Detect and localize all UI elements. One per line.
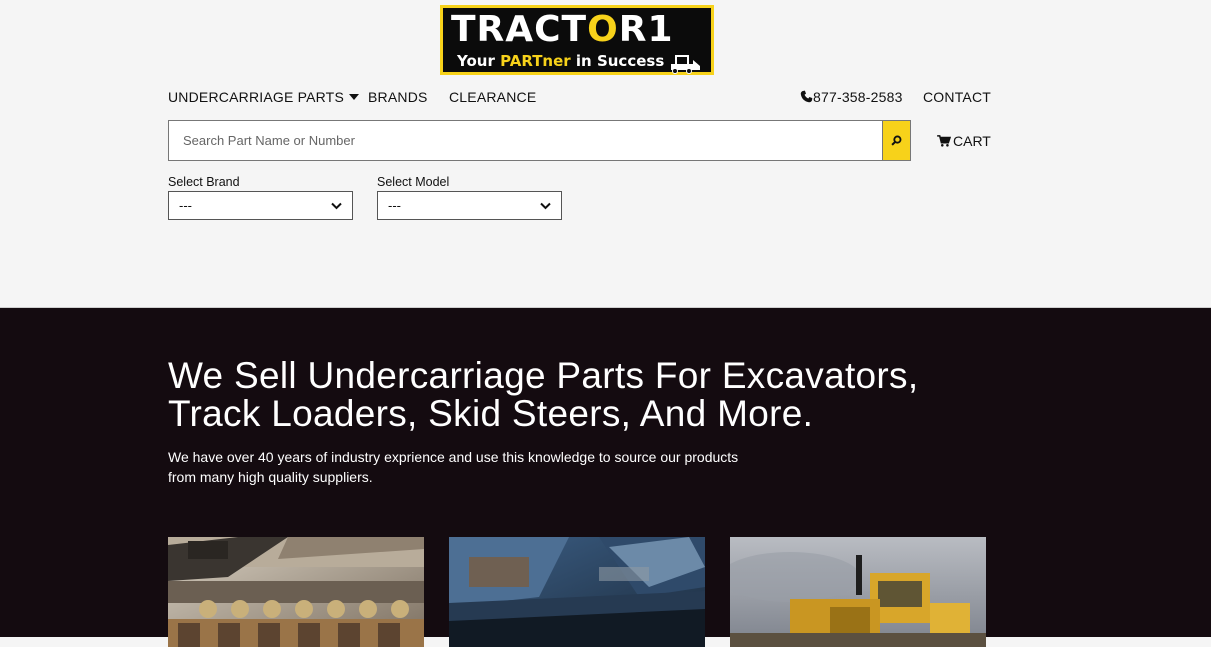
search-icon	[891, 135, 902, 146]
bucket-closeup-photo	[449, 537, 705, 647]
logo-title: TRACTOR1	[451, 10, 674, 50]
cart-label: CART	[953, 133, 991, 149]
model-select[interactable]: ---	[377, 191, 562, 220]
nav-phone[interactable]: 877-358-2583	[800, 89, 903, 105]
main-nav: UNDERCARRIAGE PARTS BRANDS CLEARANCE 877…	[0, 89, 1211, 107]
nav-undercarriage-parts[interactable]: UNDERCARRIAGE PARTS	[168, 89, 359, 105]
caret-down-icon	[348, 94, 359, 100]
phone-icon	[800, 90, 813, 103]
model-select-value: ---	[388, 198, 401, 213]
nav-clearance[interactable]: CLEARANCE	[449, 89, 536, 105]
site-logo[interactable]: TRACTOR1 Your PARTner in Success	[440, 5, 714, 75]
search-button[interactable]	[882, 121, 910, 160]
nav-undercarriage-label: UNDERCARRIAGE PARTS	[168, 89, 344, 105]
search-bar	[168, 120, 911, 161]
undercarriage-track-photo	[168, 537, 424, 647]
brand-select[interactable]: ---	[168, 191, 353, 220]
phone-number: 877-358-2583	[813, 89, 903, 105]
nav-contact[interactable]: CONTACT	[923, 89, 991, 105]
bulldozer-photo	[730, 537, 986, 647]
category-card-dozers[interactable]	[730, 537, 986, 647]
category-card-undercarriage[interactable]	[168, 537, 424, 647]
skid-steer-icon	[671, 55, 700, 74]
cart-icon	[937, 135, 952, 147]
hero-description: We have over 40 years of industry exprie…	[168, 449, 739, 485]
model-select-label: Select Model	[377, 175, 450, 189]
logo-title-left: TRACT	[451, 9, 588, 50]
tagline-pre: Your	[457, 52, 501, 70]
nav-brands[interactable]: BRANDS	[368, 89, 428, 105]
tagline-post: in Success	[570, 52, 665, 70]
logo-inner: TRACTOR1 Your PARTner in Success	[443, 8, 711, 74]
logo-title-right: R1	[618, 9, 674, 50]
logo-tagline: Your PARTner in Success	[457, 52, 664, 70]
gear-icon: O	[587, 9, 619, 50]
search-input[interactable]	[169, 121, 883, 160]
hero-section: We Sell Undercarriage Parts For Excavato…	[0, 307, 1211, 647]
category-card-buckets[interactable]	[449, 537, 705, 647]
hero-title: We Sell Undercarriage Parts For Excavato…	[168, 355, 919, 434]
chevron-down-icon	[540, 202, 551, 209]
brand-select-label: Select Brand	[168, 175, 240, 189]
cart-link[interactable]: CART	[937, 133, 991, 149]
chevron-down-icon	[331, 202, 342, 209]
brand-select-value: ---	[179, 198, 192, 213]
tagline-highlight: PARTner	[500, 52, 571, 70]
